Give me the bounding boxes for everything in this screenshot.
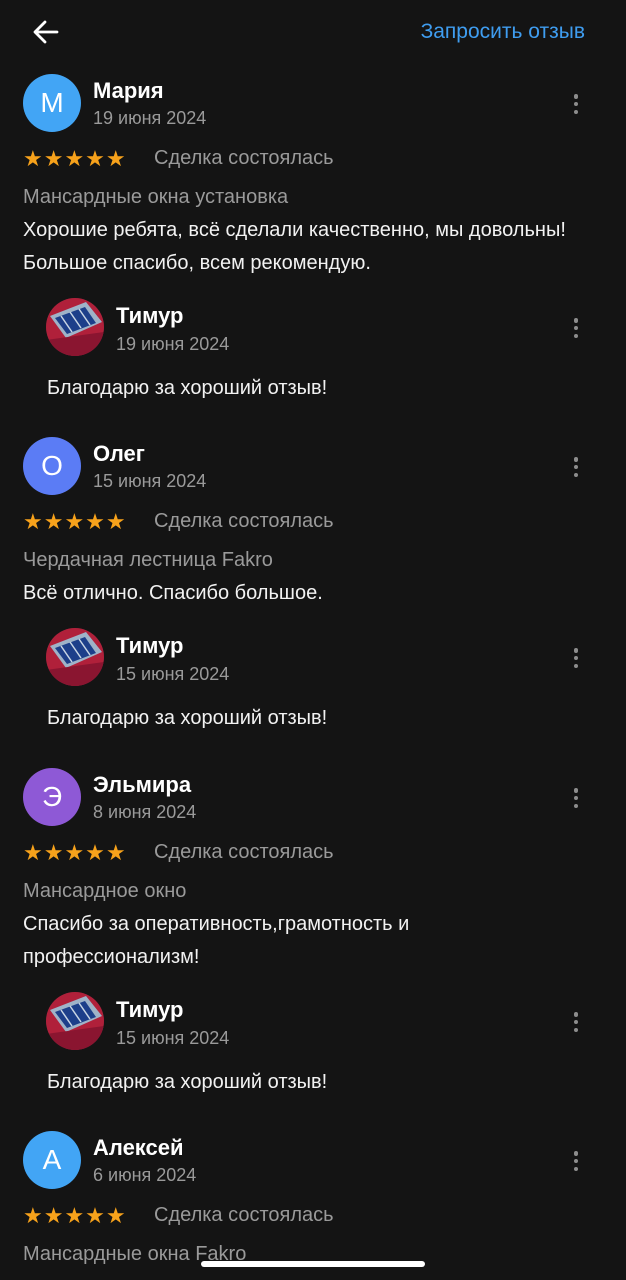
- reply-text: Благодарю за хороший отзыв!: [47, 1071, 328, 1093]
- review-card: Э Эльмира 8 июня 2024 ★★★★★ Сделка состо…: [0, 764, 626, 1127]
- reply-author: Тимур: [116, 303, 184, 328]
- avatar: О: [23, 437, 81, 495]
- more-options-icon[interactable]: [564, 92, 588, 116]
- review-date: 19 июня 2024: [93, 108, 207, 128]
- reply-date: 15 июня 2024: [116, 1028, 230, 1048]
- rating-row: ★★★★★ Сделка состоялась: [0, 144, 626, 180]
- request-review-link[interactable]: Запросить отзыв: [421, 20, 585, 44]
- reply-text: Благодарю за хороший отзыв!: [47, 377, 328, 399]
- review-header: О Олег 15 июня 2024: [0, 433, 626, 495]
- author-name: Алексей: [93, 1135, 184, 1160]
- avatar-initial: М: [40, 87, 64, 118]
- home-indicator[interactable]: [201, 1261, 425, 1267]
- review-text: Спасибо за оперативность,грамотность и п…: [23, 913, 410, 968]
- more-options-icon[interactable]: [564, 455, 588, 479]
- avatar: М: [23, 74, 81, 132]
- avatar: А: [23, 1131, 81, 1189]
- author-name: Олег: [93, 441, 145, 466]
- avatar-initial: О: [41, 450, 63, 481]
- star-rating: ★★★★★: [23, 509, 127, 534]
- rating-row: ★★★★★ Сделка состоялась: [0, 507, 626, 543]
- more-options-icon[interactable]: [564, 316, 588, 340]
- arrow-left-icon: [33, 20, 59, 44]
- avatar: Э: [23, 768, 81, 826]
- more-options-icon[interactable]: [564, 786, 588, 810]
- more-options-icon[interactable]: [564, 646, 588, 670]
- avatar-initial: А: [42, 1144, 62, 1175]
- deal-status: Сделка состоялась: [154, 1204, 334, 1226]
- review-text: Хорошие ребята, всё сделали качественно,…: [23, 219, 566, 274]
- review-header: Э Эльмира 8 июня 2024: [0, 764, 626, 826]
- seller-reply: Тимур 19 июня 2024 Благодарю за хороший …: [0, 294, 626, 424]
- reviews-list: М Мария 19 июня 2024 ★★★★★ Сделка состоя…: [0, 70, 626, 1271]
- top-bar: Запросить отзыв: [0, 0, 626, 64]
- deal-status: Сделка состоялась: [154, 147, 334, 169]
- star-rating: ★★★★★: [23, 146, 127, 171]
- seller-reply: Тимур 15 июня 2024 Благодарю за хороший …: [0, 988, 626, 1118]
- service-name: Мансардные окна установка: [23, 186, 289, 208]
- deal-status: Сделка состоялась: [154, 510, 334, 532]
- review-date: 6 июня 2024: [93, 1165, 197, 1185]
- review-header: А Алексей 6 июня 2024: [0, 1127, 626, 1189]
- review-card: О Олег 15 июня 2024 ★★★★★ Сделка состоял…: [0, 433, 626, 764]
- reply-author: Тимур: [116, 633, 184, 658]
- review-date: 8 июня 2024: [93, 802, 197, 822]
- reply-date: 19 июня 2024: [116, 334, 230, 354]
- review-text: Всё отлично. Спасибо большое.: [23, 582, 323, 604]
- review-card: М Мария 19 июня 2024 ★★★★★ Сделка состоя…: [0, 70, 626, 433]
- more-options-icon[interactable]: [564, 1010, 588, 1034]
- star-rating: ★★★★★: [23, 1203, 127, 1228]
- seller-avatar: [46, 298, 104, 356]
- reply-author: Тимур: [116, 997, 184, 1022]
- review-card: А Алексей 6 июня 2024 ★★★★★ Сделка состо…: [0, 1127, 626, 1271]
- rating-row: ★★★★★ Сделка состоялась: [0, 838, 626, 874]
- seller-avatar: [46, 628, 104, 686]
- review-header: М Мария 19 июня 2024: [0, 70, 626, 132]
- star-rating: ★★★★★: [23, 840, 127, 865]
- service-name: Чердачная лестница Fakro: [23, 549, 273, 571]
- service-name: Мансардное окно: [23, 880, 187, 902]
- deal-status: Сделка состоялась: [154, 841, 334, 863]
- avatar-initial: Э: [41, 781, 63, 812]
- seller-reply: Тимур 15 июня 2024 Благодарю за хороший …: [0, 624, 626, 754]
- seller-avatar: [46, 992, 104, 1050]
- back-button[interactable]: [28, 14, 64, 50]
- more-options-icon[interactable]: [564, 1149, 588, 1173]
- reply-text: Благодарю за хороший отзыв!: [47, 707, 328, 729]
- author-name: Мария: [93, 78, 164, 103]
- author-name: Эльмира: [93, 772, 192, 797]
- rating-row: ★★★★★ Сделка состоялась: [0, 1201, 626, 1237]
- reply-date: 15 июня 2024: [116, 664, 230, 684]
- review-date: 15 июня 2024: [93, 471, 207, 491]
